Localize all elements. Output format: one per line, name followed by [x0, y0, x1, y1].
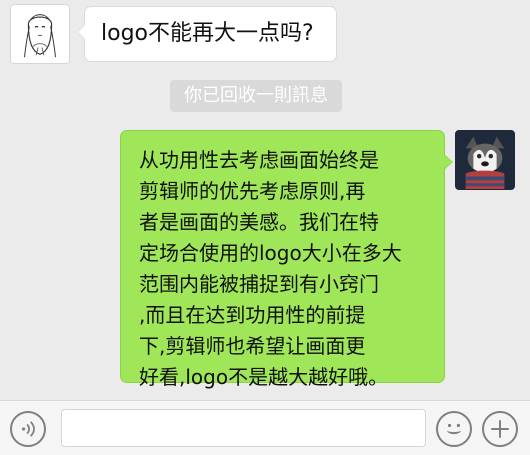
outgoing-message-line-5: 范围内能被捕捉到有小窍门 — [139, 272, 379, 296]
husky-avatar-icon — [456, 131, 514, 189]
recall-notice: 你已回收一則訊息 — [170, 80, 342, 112]
outgoing-message-line-8: 好看,logo不是越大越好哦。 — [139, 365, 389, 389]
outgoing-message-line-7: 下,剪辑师也希望让画面更 — [139, 334, 366, 358]
message-input-field[interactable] — [61, 409, 426, 447]
chat-area: logo不能再大一点吗? 你已回收一則訊息 从功用性去考虑画面始终是 剪辑师的优… — [0, 0, 530, 400]
recall-notice-text: 你已回收一則訊息 — [184, 85, 328, 106]
plus-icon — [491, 420, 509, 438]
voice-button[interactable] — [10, 411, 46, 447]
outgoing-message-bubble[interactable]: 从功用性去考虑画面始终是 剪辑师的优先考虑原则,再 者是画面的美感。我们在特 定… — [120, 130, 453, 389]
outgoing-message-line-2: 剪辑师的优先考虑原则,再 — [139, 179, 366, 203]
more-actions-button[interactable] — [482, 411, 518, 447]
user-avatar[interactable] — [455, 130, 515, 190]
voice-icon — [21, 421, 35, 437]
incoming-message-text: logo不能再大一点吗? — [101, 21, 314, 46]
emoji-button[interactable] — [436, 411, 472, 447]
message-input-bar — [0, 400, 530, 455]
contact-avatar[interactable] — [10, 4, 70, 64]
outgoing-message-line-4: 定场合使用的logo大小在多大 — [139, 241, 402, 265]
incoming-message-bubble[interactable]: logo不能再大一点吗? — [77, 6, 337, 62]
outgoing-message-line-1: 从功用性去考虑画面始终是 — [139, 148, 379, 172]
girl-sketch-avatar-icon — [11, 5, 69, 63]
outgoing-message-line-3: 者是画面的美感。我们在特 — [139, 210, 379, 234]
outgoing-message-line-6: ,而且在达到功用性的前提 — [139, 303, 366, 327]
smile-icon — [446, 423, 462, 435]
